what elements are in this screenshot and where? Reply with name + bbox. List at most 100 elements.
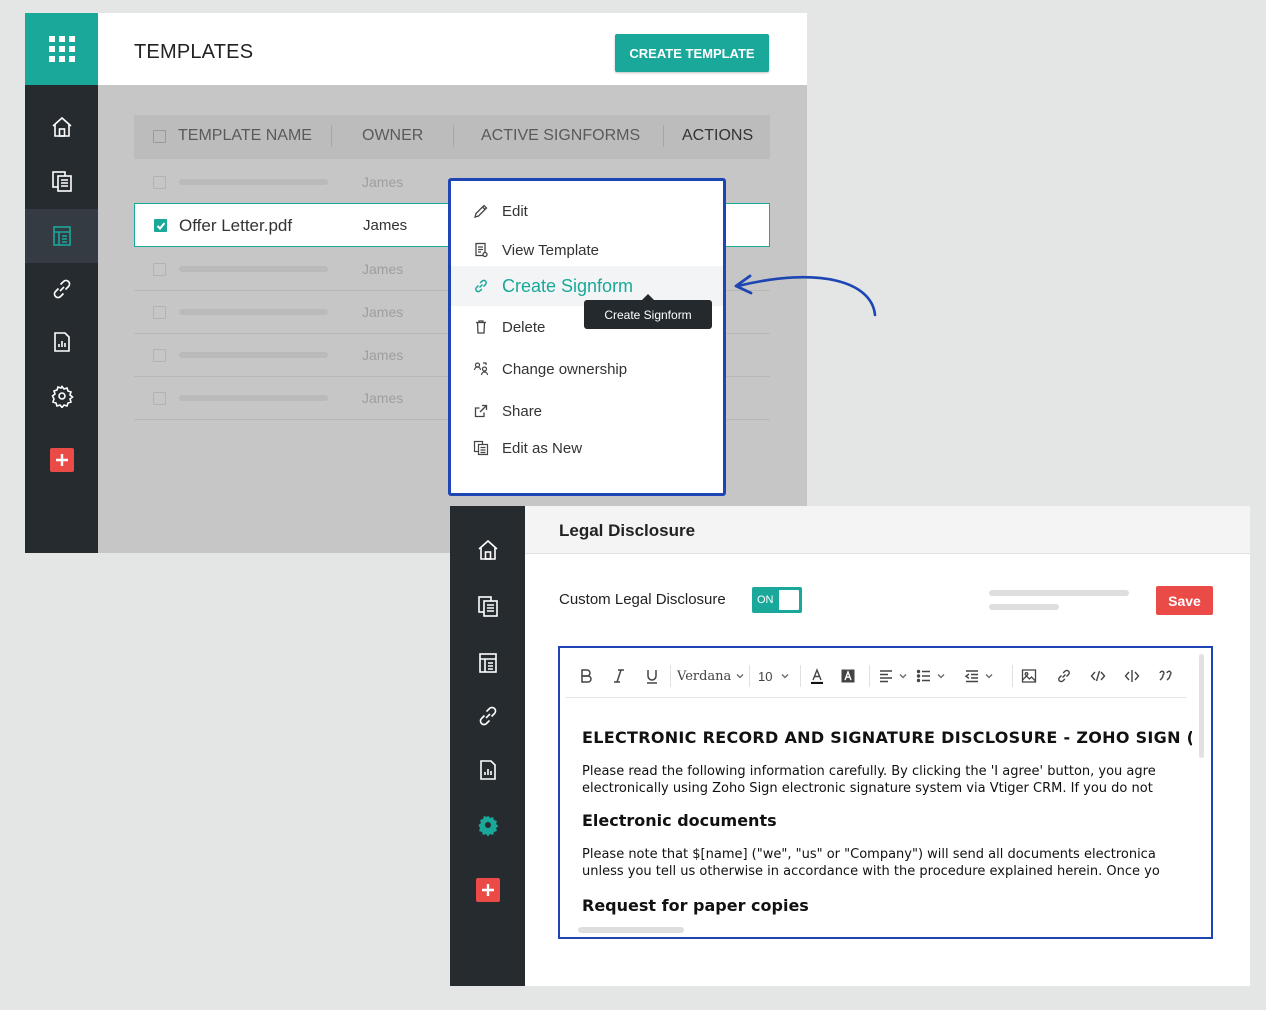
add-button[interactable] bbox=[475, 878, 500, 902]
plus-icon bbox=[55, 454, 68, 466]
column-divider bbox=[663, 125, 664, 147]
text-color-icon bbox=[811, 668, 823, 684]
italic-button[interactable] bbox=[611, 665, 627, 687]
row-checkbox-checked[interactable] bbox=[154, 219, 167, 232]
list-button[interactable] bbox=[916, 665, 946, 687]
change-owner-icon bbox=[472, 360, 490, 378]
text-placeholder bbox=[989, 604, 1059, 610]
row-owner: James bbox=[362, 174, 404, 190]
template-name-placeholder bbox=[179, 395, 328, 401]
highlight-color-button[interactable] bbox=[840, 665, 856, 687]
sidebar-item-reports[interactable] bbox=[25, 315, 98, 369]
trash-icon bbox=[472, 318, 490, 336]
menu-item-label: Share bbox=[502, 402, 543, 420]
quote-icon bbox=[1159, 670, 1172, 681]
sidebar-item-links[interactable] bbox=[25, 262, 98, 316]
row-checkbox[interactable] bbox=[153, 392, 166, 405]
paragraph: Please read the following information ca… bbox=[582, 763, 1192, 797]
menu-item-label: Edit bbox=[502, 202, 528, 220]
pencil-icon bbox=[472, 202, 490, 220]
sidebar bbox=[25, 13, 98, 553]
template-name-placeholder bbox=[179, 352, 328, 358]
sidebar-add[interactable] bbox=[450, 863, 525, 917]
home-icon bbox=[477, 539, 498, 560]
apps-grid-icon bbox=[48, 36, 75, 62]
paragraph-line: unless you tell us otherwise in accordan… bbox=[582, 864, 1160, 879]
row-checkbox[interactable] bbox=[153, 176, 166, 189]
menu-item-view-template[interactable]: View Template bbox=[451, 232, 723, 268]
sidebar-item-documents[interactable] bbox=[450, 579, 525, 633]
row-owner: James bbox=[362, 390, 404, 406]
sidebar-item-settings[interactable] bbox=[25, 369, 98, 423]
page-title: TEMPLATES bbox=[134, 41, 254, 63]
underline-button[interactable] bbox=[644, 665, 660, 687]
custom-legal-disclosure-toggle[interactable]: ON bbox=[752, 587, 802, 613]
section-header: Legal Disclosure bbox=[525, 506, 1250, 554]
settings-icon bbox=[478, 815, 498, 837]
column-owner[interactable]: OWNER bbox=[362, 127, 423, 145]
indent-button[interactable] bbox=[964, 665, 994, 687]
template-name-placeholder bbox=[179, 179, 328, 185]
header: TEMPLATES CREATE TEMPLATE bbox=[98, 13, 807, 85]
sidebar-item-documents[interactable] bbox=[25, 154, 98, 208]
templates-icon bbox=[52, 226, 71, 246]
sidebar-add[interactable] bbox=[25, 433, 98, 487]
editor-toolbar: Verdana 10 bbox=[566, 654, 1186, 698]
sidebar-item-links[interactable] bbox=[450, 689, 525, 743]
create-template-button[interactable]: CREATE TEMPLATE bbox=[615, 34, 769, 72]
select-all-checkbox[interactable] bbox=[153, 130, 166, 143]
paragraph-line: Please note that $[name] ("we", "us" or … bbox=[582, 847, 1156, 862]
template-actions-menu: Edit View Template Create Signform Delet… bbox=[448, 178, 726, 496]
horizontal-scrollbar[interactable] bbox=[578, 927, 684, 933]
menu-item-share[interactable]: Share bbox=[451, 393, 723, 429]
highlight-color-icon bbox=[841, 669, 855, 683]
quote-button[interactable] bbox=[1158, 665, 1174, 687]
chevron-down-icon bbox=[899, 674, 907, 679]
row-template-name[interactable]: Offer Letter.pdf bbox=[179, 216, 292, 236]
html-source-button[interactable] bbox=[1124, 665, 1140, 687]
text-placeholder bbox=[989, 590, 1129, 596]
table-header: TEMPLATE NAME OWNER ACTIVE SIGNFORMS ACT… bbox=[134, 115, 770, 159]
rich-text-editor[interactable]: Verdana 10 ELECTRONIC RECORD AND SIGNATU… bbox=[558, 646, 1213, 939]
section-title: Legal Disclosure bbox=[559, 521, 696, 540]
copy-document-icon bbox=[472, 439, 490, 457]
save-button[interactable]: Save bbox=[1156, 586, 1213, 615]
document-content[interactable]: ELECTRONIC RECORD AND SIGNATURE DISCLOSU… bbox=[582, 728, 1192, 915]
callout-arrow bbox=[734, 274, 877, 317]
font-family-select[interactable]: Verdana bbox=[670, 665, 745, 687]
row-owner: James bbox=[362, 304, 404, 320]
share-icon bbox=[472, 402, 490, 420]
code-button[interactable] bbox=[1090, 665, 1106, 687]
font-size-select[interactable]: 10 bbox=[749, 665, 790, 687]
row-checkbox[interactable] bbox=[153, 306, 166, 319]
column-active-signforms[interactable]: ACTIVE SIGNFORMS bbox=[481, 127, 640, 145]
sidebar-item-home[interactable] bbox=[25, 100, 98, 154]
image-icon bbox=[1021, 669, 1037, 683]
bold-icon bbox=[581, 669, 592, 683]
menu-item-edit[interactable]: Edit bbox=[451, 193, 723, 229]
italic-icon bbox=[614, 669, 624, 683]
add-button[interactable] bbox=[49, 448, 74, 472]
settings-icon bbox=[50, 385, 74, 408]
toggle-state: ON bbox=[757, 594, 774, 606]
text-color-button[interactable] bbox=[800, 665, 825, 687]
bold-button[interactable] bbox=[578, 665, 594, 687]
document-heading: ELECTRONIC RECORD AND SIGNATURE DISCLOSU… bbox=[582, 728, 1192, 747]
align-button[interactable] bbox=[869, 665, 908, 687]
sidebar-item-reports[interactable] bbox=[450, 743, 525, 797]
column-template-name[interactable]: TEMPLATE NAME bbox=[178, 127, 312, 145]
template-name-placeholder bbox=[179, 309, 328, 315]
insert-link-button[interactable] bbox=[1056, 665, 1072, 687]
sidebar-item-settings[interactable] bbox=[450, 798, 525, 852]
sidebar-item-templates[interactable] bbox=[25, 209, 98, 263]
sidebar-item-home[interactable] bbox=[450, 523, 525, 577]
vertical-scrollbar[interactable] bbox=[1199, 654, 1204, 758]
font-size-value: 10 bbox=[758, 668, 773, 684]
row-checkbox[interactable] bbox=[153, 349, 166, 362]
insert-image-button[interactable] bbox=[1012, 665, 1037, 687]
apps-grid-button[interactable] bbox=[25, 13, 98, 85]
row-checkbox[interactable] bbox=[153, 263, 166, 276]
menu-item-edit-as-new[interactable]: Edit as New bbox=[451, 430, 723, 466]
menu-item-change-ownership[interactable]: Change ownership bbox=[451, 351, 723, 387]
sidebar-item-templates[interactable] bbox=[450, 636, 525, 690]
